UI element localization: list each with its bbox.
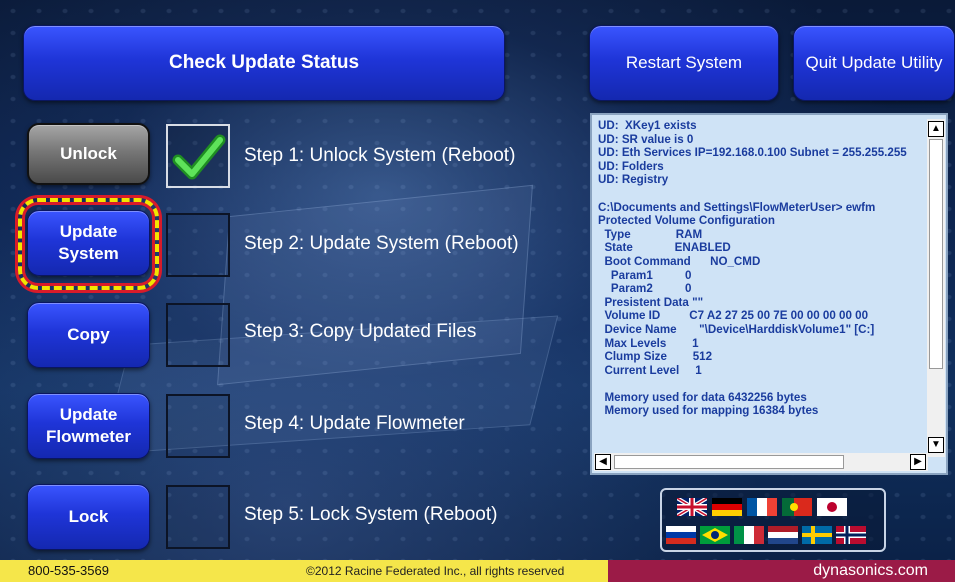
log-line: UD: XKey1 exists	[598, 119, 697, 132]
log-line: Param1 0	[598, 268, 692, 282]
language-selector	[660, 488, 886, 552]
scroll-left-icon[interactable]: ◀	[595, 454, 611, 470]
log-line: Protected Volume Configuration	[598, 214, 775, 228]
step-5-checkbox	[166, 485, 230, 549]
background-screen: Check Update Status Restart System Quit …	[0, 0, 955, 560]
log-line: Volume ID C7 A2 27 25 00 7E 00 00 00 00 …	[598, 309, 869, 323]
log-line: UD: SR value is 0	[598, 132, 694, 146]
norway-flag-icon[interactable]	[836, 526, 866, 544]
step-1-checkbox	[166, 124, 230, 188]
uk-flag-icon[interactable]	[677, 498, 707, 516]
update-flowmeter-line2: Flowmeter	[45, 427, 132, 446]
log-output-panel[interactable]: UD: XKey1 exists UD: SR value is 0 UD: Eth…	[590, 113, 948, 475]
footer-copyright: ©2012 Racine Federated Inc., all rights …	[306, 564, 565, 578]
log-line: Clump Size 512	[598, 350, 713, 364]
update-flowmeter-line1: Update	[59, 405, 118, 424]
log-text: UD: XKey1 exists UD: SR value is 0 UD: Eth…	[598, 119, 928, 451]
brazil-flag-icon[interactable]	[700, 526, 730, 544]
japan-flag-icon[interactable]	[817, 498, 847, 516]
netherlands-flag-icon[interactable]	[768, 526, 798, 544]
log-line: UD: Eth Services IP=192.168.0.100 Subnet…	[598, 146, 907, 160]
log-line: Type RAM	[598, 227, 703, 241]
sweden-flag-icon[interactable]	[802, 526, 832, 544]
log-line: Current Level 1	[598, 363, 702, 377]
log-line: UD: Folders	[598, 159, 664, 173]
log-line: Memory used for mapping 16384 bytes	[598, 404, 819, 418]
portugal-flag-icon[interactable]	[782, 498, 812, 516]
horizontal-scrollbar[interactable]: ◀ ▶	[594, 453, 928, 471]
step-5-label: Step 5: Lock System (Reboot)	[244, 504, 498, 525]
log-line: State ENABLED	[598, 241, 731, 255]
log-line: Presistent Data ""	[598, 295, 704, 309]
copy-button[interactable]: Copy	[27, 302, 150, 368]
footer: 800-535-3569 ©2012 Racine Federated Inc.…	[0, 560, 955, 582]
quit-update-utility-button[interactable]: Quit Update Utility	[793, 25, 955, 101]
log-line: Device Name "\Device\HarddiskVolume1" [C…	[598, 322, 875, 336]
france-flag-icon[interactable]	[747, 498, 777, 516]
germany-flag-icon[interactable]	[712, 498, 742, 516]
restart-system-label: Restart System	[625, 53, 743, 72]
update-flowmeter-button[interactable]: Update Flowmeter	[27, 393, 150, 459]
restart-system-button[interactable]: Restart System	[589, 25, 779, 101]
scroll-right-icon[interactable]: ▶	[910, 454, 926, 470]
copy-button-label: Copy	[67, 325, 110, 344]
checkmark-icon	[172, 134, 226, 180]
footer-phone: 800-535-3569	[28, 563, 109, 578]
footer-left-band: 800-535-3569 ©2012 Racine Federated Inc.…	[0, 560, 608, 582]
horizontal-scroll-thumb[interactable]	[614, 455, 844, 469]
check-update-status-label: Check Update Status	[168, 52, 360, 73]
step-3-checkbox	[166, 303, 230, 367]
lock-button-label: Lock	[68, 507, 109, 526]
scroll-up-icon[interactable]: ▲	[928, 121, 944, 137]
vertical-scrollbar[interactable]: ▲ ▼	[927, 119, 945, 457]
log-line: Boot Command NO_CMD	[598, 254, 761, 268]
step-1-label: Step 1: Unlock System (Reboot)	[244, 145, 516, 166]
unlock-button-label: Unlock	[60, 144, 117, 163]
log-line: Max Levels 1	[598, 336, 699, 350]
italy-flag-icon[interactable]	[734, 526, 764, 544]
russia-flag-icon[interactable]	[666, 526, 696, 544]
step-4-checkbox	[166, 394, 230, 458]
highlight-ring	[18, 198, 159, 290]
scroll-down-icon[interactable]: ▼	[928, 437, 944, 453]
step-3-label: Step 3: Copy Updated Files	[244, 321, 477, 342]
step-4-label: Step 4: Update Flowmeter	[244, 413, 465, 434]
unlock-button[interactable]: Unlock	[27, 123, 150, 185]
check-update-status-button[interactable]: Check Update Status	[23, 25, 505, 101]
step-2-label: Step 2: Update System (Reboot)	[244, 233, 519, 254]
quit-update-utility-label: Quit Update Utility	[805, 53, 943, 72]
step-2-checkbox	[166, 213, 230, 277]
log-line: Param2 0	[598, 282, 692, 296]
lock-button[interactable]: Lock	[27, 484, 150, 550]
vertical-scroll-thumb[interactable]	[929, 139, 943, 369]
footer-website[interactable]: dynasonics.com	[608, 562, 928, 580]
log-line: Memory used for data 6432256 bytes	[598, 390, 807, 404]
log-line: UD: Registry	[598, 173, 669, 187]
footer-right-band: dynasonics.com	[608, 560, 955, 582]
log-line: C:\Documents and Settings\FlowMeterUser>…	[598, 200, 876, 214]
